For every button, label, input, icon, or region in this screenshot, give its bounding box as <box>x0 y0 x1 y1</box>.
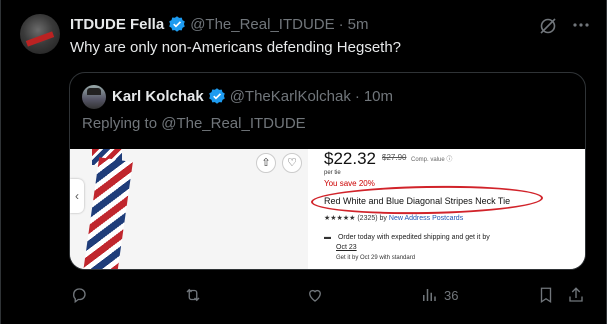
verified-badge-icon <box>208 88 225 104</box>
chevron-left-icon: ‹ <box>70 179 84 213</box>
bookmark-button[interactable] <box>537 286 555 304</box>
shipping-info: ▬ Order today with expedited shipping an… <box>324 233 490 253</box>
heart-icon: ♡ <box>282 153 302 173</box>
product-screenshot[interactable]: ‹ ⇧ ♡ $22.32 $27.90 Comp. value ⓘ per ti… <box>70 149 585 269</box>
share-button[interactable] <box>567 286 585 304</box>
quote-avatar[interactable] <box>82 85 106 109</box>
truck-icon: ▬ <box>324 234 331 241</box>
share-icon <box>569 287 583 302</box>
tweet-actions: 36 <box>70 286 586 306</box>
verified-badge-icon <box>169 16 185 32</box>
retweet-button[interactable] <box>184 286 202 304</box>
quote-author-name: Karl Kolchak <box>112 87 204 105</box>
timestamp[interactable]: 5m <box>348 16 369 33</box>
by-label: by <box>379 215 387 222</box>
rating-stars: ★★★★★ <box>324 215 356 222</box>
more-icon[interactable] <box>570 14 592 36</box>
shipping-date: Oct 23 <box>336 244 357 251</box>
replying-to: Replying to @The_Real_ITDUDE <box>82 115 306 132</box>
separator-dot: · <box>354 87 360 105</box>
comp-value-label: Comp. value ⓘ <box>411 157 453 163</box>
views-count: 36 <box>444 287 459 303</box>
product-title: Red White and Blue Diagonal Stripes Neck… <box>324 196 511 206</box>
reply-icon <box>73 288 86 304</box>
necktie-image <box>81 157 133 269</box>
separator-dot: · <box>338 15 344 33</box>
per-unit-label: per tie <box>324 170 341 176</box>
quoted-tweet[interactable]: Karl Kolchak @TheKarlKolchak · 10m Reply… <box>69 72 586 270</box>
product-price: $22.32 <box>324 149 376 168</box>
grok-icon[interactable] <box>538 16 558 36</box>
retweet-icon <box>186 288 200 302</box>
like-icon <box>309 289 321 302</box>
author-name[interactable]: ITDUDE Fella <box>70 16 164 33</box>
product-old-price: $27.90 <box>382 153 407 162</box>
seller-link: New Address Postcards <box>388 215 464 222</box>
product-details: $22.32 $27.90 Comp. value ⓘ per tie You … <box>308 149 585 269</box>
product-image: ‹ ⇧ ♡ <box>70 149 308 269</box>
tweet-text: Why are only non-Americans defending Heg… <box>70 39 402 56</box>
product-rating: ★★★★★ (2325) by New Address Postcards <box>324 214 463 222</box>
quote-header: Karl Kolchak @TheKarlKolchak · 10m <box>112 87 393 105</box>
rating-count: (2325) <box>357 215 378 222</box>
share-icon: ⇧ <box>256 153 276 173</box>
avatar[interactable] <box>20 14 60 54</box>
like-button[interactable] <box>306 286 324 304</box>
bookmark-icon <box>540 287 552 304</box>
shipping-line: Order today with expedited shipping and … <box>337 234 490 241</box>
views-button[interactable]: 36 <box>420 286 458 304</box>
quote-author-handle: @TheKarlKolchak <box>229 87 351 105</box>
tweet-header: ITDUDE Fella @The_Real_ITDUDE · 5m <box>70 15 368 33</box>
author-handle[interactable]: @The_Real_ITDUDE <box>190 16 334 33</box>
reply-button[interactable] <box>70 286 88 304</box>
quote-timestamp: 10m <box>363 87 394 105</box>
shipping-standard: Get it by Oct 29 with standard <box>336 255 416 261</box>
views-icon <box>423 289 436 301</box>
savings-label: You save 20% <box>324 179 375 188</box>
